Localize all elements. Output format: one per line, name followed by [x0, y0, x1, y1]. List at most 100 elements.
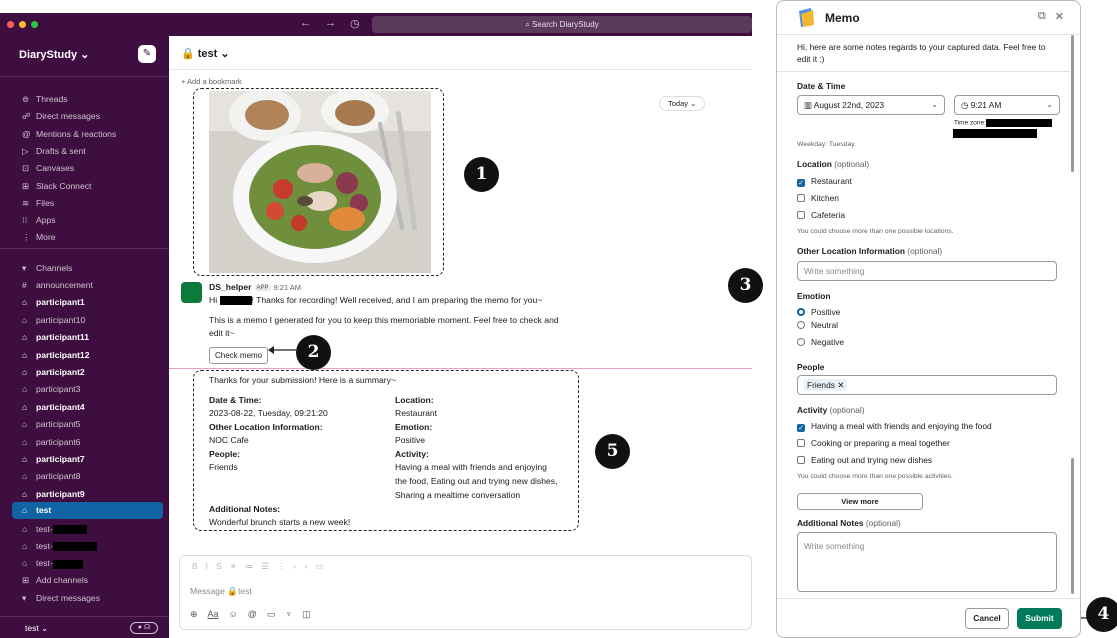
popout-icon[interactable]: ⧉: [1038, 10, 1046, 23]
scrollbar-thumb-bottom[interactable]: [1071, 458, 1074, 594]
shortcut-icon[interactable]: ◫: [302, 609, 311, 620]
sidebar-channel-item[interactable]: ⌂ participant12: [0, 347, 169, 364]
footer-workspace[interactable]: test ⌄: [25, 623, 48, 634]
nav-label: Files: [36, 197, 55, 208]
channel-label: test: [36, 505, 52, 516]
sidebar-channel-test-active[interactable]: ⌂ test: [12, 502, 163, 520]
sidebar-channel-item[interactable]: ⌂ test-: [0, 521, 169, 538]
sidebar-item-mentions-reactions[interactable]: @ Mentions & reactions: [0, 126, 169, 143]
emotion-option-negative[interactable]: Negative: [797, 337, 844, 347]
sidebar-item-canvases[interactable]: ⊡ Canvases: [0, 160, 169, 177]
mention-icon[interactable]: @: [248, 609, 257, 620]
today-date-pill[interactable]: Today ⌄: [659, 96, 706, 111]
location-option-cafeteria[interactable]: Cafeteria: [797, 210, 845, 220]
additional-notes-textarea[interactable]: Write something: [797, 532, 1057, 592]
emotion-option-neutral[interactable]: Neutral: [797, 320, 838, 330]
video-icon[interactable]: ▭: [267, 609, 276, 620]
code-icon[interactable]: ‹›: [293, 561, 315, 571]
channels-section-header[interactable]: ▾ Channels: [0, 260, 169, 277]
checkbox-checked[interactable]: ✓: [797, 424, 805, 432]
radio[interactable]: [797, 321, 805, 329]
sidebar-channel-item[interactable]: ⌂ participant7: [0, 451, 169, 468]
sidebar-channel-item[interactable]: ⌂ participant4: [0, 399, 169, 416]
direct-messages-section-header[interactable]: ▾ Direct messages: [0, 590, 169, 607]
bullet-list-icon[interactable]: ☰: [261, 561, 277, 571]
people-chip-friends[interactable]: Friends ✕: [804, 379, 848, 391]
ordered-list-icon[interactable]: ≔: [245, 561, 262, 571]
cancel-button[interactable]: Cancel: [965, 608, 1009, 629]
time-picker[interactable]: ◷ 9:21 AM ⌄: [954, 95, 1060, 115]
bot-avatar[interactable]: [181, 282, 202, 303]
close-icon[interactable]: ✕: [1055, 10, 1064, 23]
checkbox[interactable]: [797, 194, 805, 202]
sidebar-item-drafts-sent[interactable]: ▷ Drafts & sent: [0, 143, 169, 160]
submit-button[interactable]: Submit: [1017, 608, 1062, 629]
workspace-name[interactable]: DiaryStudy ⌄: [19, 48, 89, 61]
back-arrow-icon[interactable]: ←: [300, 17, 311, 30]
location-option-restaurant[interactable]: ✓ Restaurant: [797, 176, 852, 187]
link-icon[interactable]: ⚭: [230, 561, 245, 571]
checkbox-checked[interactable]: ✓: [797, 179, 805, 187]
text-format-icon[interactable]: Aa: [208, 609, 219, 620]
forward-arrow-icon[interactable]: →: [325, 17, 336, 30]
sidebar-item-more[interactable]: ⋮ More: [0, 229, 169, 246]
checkbox[interactable]: [797, 211, 805, 219]
sidebar-channel-item[interactable]: ⌂ test-: [0, 538, 169, 555]
add-channels-button[interactable]: ⊞ Add channels: [0, 572, 169, 589]
plus-icon[interactable]: ⊕: [190, 609, 198, 620]
sidebar-channel-item[interactable]: ⌂ participant6: [0, 434, 169, 451]
microphone-icon[interactable]: ♆: [285, 609, 292, 620]
sidebar-channel-item[interactable]: ⌂ participant11: [0, 329, 169, 346]
search-bar[interactable]: ⌕ Search DiaryStudy: [372, 16, 752, 33]
activity-option-cooking[interactable]: Cooking or preparing a meal together: [797, 438, 950, 448]
sidebar-channel-item[interactable]: ⌂ participant5: [0, 416, 169, 433]
redacted-channel-suffix: [52, 542, 97, 552]
people-select[interactable]: Friends ✕: [797, 375, 1057, 395]
sidebar-footer: test ⌄ ● ☊: [0, 616, 169, 638]
activity-option-meal-with-friends[interactable]: ✓ Having a meal with friends and enjoying…: [797, 421, 992, 432]
scrollbar-thumb-top[interactable]: [1071, 35, 1074, 172]
bold-icon[interactable]: B: [192, 561, 206, 571]
sidebar-channel-item[interactable]: ⌂ test-: [0, 555, 169, 572]
message-time[interactable]: 9:21 AM: [274, 283, 302, 292]
sidebar-item-files[interactable]: ≋ Files: [0, 195, 169, 212]
channel-title[interactable]: 🔒 test ⌄: [181, 47, 230, 60]
check-memo-button[interactable]: Check memo: [209, 347, 269, 364]
view-more-button[interactable]: View more: [797, 493, 923, 510]
date-picker[interactable]: ▥ August 22nd, 2023 ⌄: [797, 95, 945, 115]
strikethrough-icon[interactable]: S: [216, 561, 230, 571]
sidebar-channel-item[interactable]: # announcement: [0, 277, 169, 294]
italic-icon[interactable]: I: [206, 561, 216, 571]
emoji-icon[interactable]: ☺: [229, 609, 238, 620]
checkbox[interactable]: [797, 456, 805, 464]
sender-name[interactable]: DS_helper: [209, 282, 252, 292]
sidebar-item-direct-messages[interactable]: ☍ Direct messages: [0, 108, 169, 125]
huddle-toggle[interactable]: ● ☊: [130, 622, 158, 634]
quote-icon[interactable]: ⋮: [277, 561, 294, 571]
radio[interactable]: [797, 338, 805, 346]
add-bookmark-button[interactable]: + Add a bookmark: [181, 77, 242, 86]
code-block-icon[interactable]: ▭: [315, 561, 331, 571]
sidebar-item-slack-connect[interactable]: ⊞ Slack Connect: [0, 178, 169, 195]
sidebar-item-apps[interactable]: ⁝⁝ Apps: [0, 212, 169, 229]
sidebar-channel-item[interactable]: ⌂ participant1: [0, 294, 169, 311]
sidebar-channel-item[interactable]: ⌂ participant2: [0, 364, 169, 381]
sidebar-channel-item[interactable]: ⌂ participant10: [0, 312, 169, 329]
radio-selected[interactable]: [797, 308, 805, 316]
sidebar-channel-item[interactable]: ⌂ participant3: [0, 381, 169, 398]
history-clock-icon[interactable]: ◷: [350, 17, 360, 30]
message-input[interactable]: Message 🔒test: [190, 586, 252, 597]
minimize-window-button[interactable]: [19, 21, 26, 28]
location-option-kitchen[interactable]: Kitchen: [797, 193, 839, 203]
zoom-window-button[interactable]: [31, 21, 38, 28]
other-location-input[interactable]: Write something: [797, 261, 1057, 281]
emotion-option-positive[interactable]: Positive: [797, 307, 840, 317]
activity-option-eating-out[interactable]: Eating out and trying new dishes: [797, 455, 932, 465]
sidebar-item-threads[interactable]: ⊜ Threads: [0, 91, 169, 108]
close-window-button[interactable]: [7, 21, 14, 28]
sidebar-channel-item[interactable]: ⌂ participant9: [0, 486, 169, 503]
compose-icon[interactable]: ✎: [138, 45, 156, 63]
message-composer[interactable]: BIS⚭≔☰⋮‹›▭ Message 🔒test ⊕ Aa ☺ @ ▭ ♆ ◫: [179, 555, 752, 630]
sidebar-channel-item[interactable]: ⌂ participant8: [0, 468, 169, 485]
checkbox[interactable]: [797, 439, 805, 447]
